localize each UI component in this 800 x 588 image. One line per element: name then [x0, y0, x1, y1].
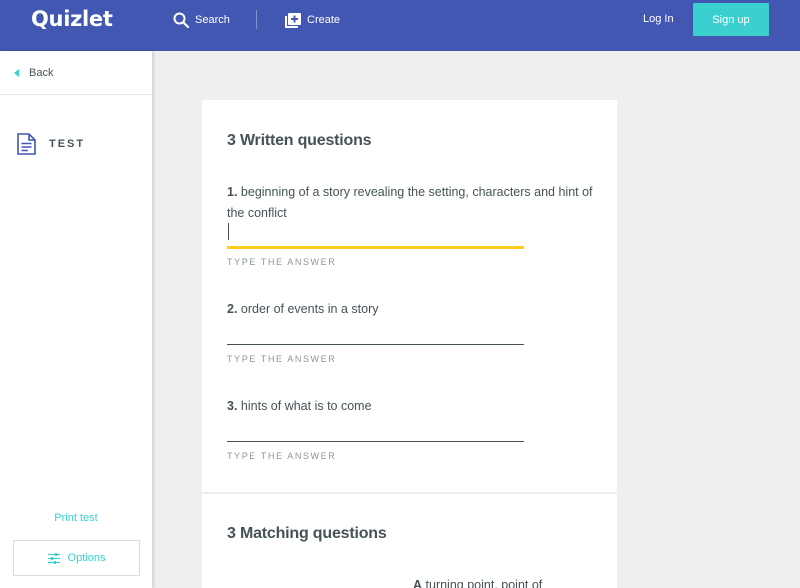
written-questions-section: 3 Written questions 1. beginning of a st… — [202, 100, 617, 492]
options-button[interactable]: Options — [13, 540, 140, 576]
test-document-icon — [17, 133, 36, 155]
study-mode-test[interactable]: TEST — [17, 133, 85, 155]
options-label: Options — [67, 552, 106, 564]
search-button[interactable]: Search — [173, 11, 230, 29]
question-text: beginning of a story revealing the setti… — [227, 185, 593, 220]
option-text: turning point, point of — [425, 578, 543, 588]
search-icon — [173, 12, 189, 28]
question-3: 3. hints of what is to come — [227, 396, 597, 417]
mode-label: TEST — [49, 138, 86, 150]
create-plus-icon — [285, 12, 301, 28]
back-label: Back — [29, 66, 54, 79]
answer-hint: TYPE THE ANSWER — [227, 354, 337, 364]
question-1: 1. beginning of a story revealing the se… — [227, 182, 597, 224]
answer-input-3[interactable] — [227, 441, 524, 442]
question-number: 2. — [227, 302, 238, 316]
study-sidebar: Back TEST Print test Options — [0, 51, 152, 588]
written-section-title: 3 Written questions — [227, 132, 372, 149]
answer-hint: TYPE THE ANSWER — [227, 451, 337, 461]
question-number: 1. — [227, 185, 238, 199]
create-label: Create — [307, 14, 341, 26]
answer-input-1[interactable] — [227, 246, 524, 249]
back-button[interactable]: Back — [0, 51, 152, 95]
answer-hint: TYPE THE ANSWER — [227, 257, 337, 267]
quizlet-logo[interactable]: Quizlet — [31, 7, 113, 31]
create-button[interactable]: Create — [285, 11, 340, 29]
matching-section-title: 3 Matching questions — [227, 525, 387, 542]
print-test-link[interactable]: Print test — [0, 512, 152, 524]
top-navigation-bar: Quizlet Search Create Log In Sign up — [0, 0, 800, 51]
question-text: hints of what is to come — [240, 399, 372, 413]
matching-questions-section: 3 Matching questions A turning point, po… — [202, 493, 617, 588]
nav-divider — [256, 10, 257, 29]
option-letter: A — [413, 578, 423, 588]
signup-button[interactable]: Sign up — [693, 3, 769, 36]
search-label: Search — [195, 14, 230, 26]
question-2: 2. order of events in a story — [227, 299, 597, 320]
matching-option-a[interactable]: A turning point, point of — [413, 578, 542, 588]
login-link[interactable]: Log In — [643, 13, 674, 25]
options-sliders-icon — [47, 552, 60, 564]
question-number: 3. — [227, 399, 238, 413]
text-cursor — [228, 223, 229, 240]
back-arrow-icon — [14, 68, 19, 77]
question-text: order of events in a story — [240, 302, 379, 316]
answer-input-2[interactable] — [227, 344, 524, 345]
